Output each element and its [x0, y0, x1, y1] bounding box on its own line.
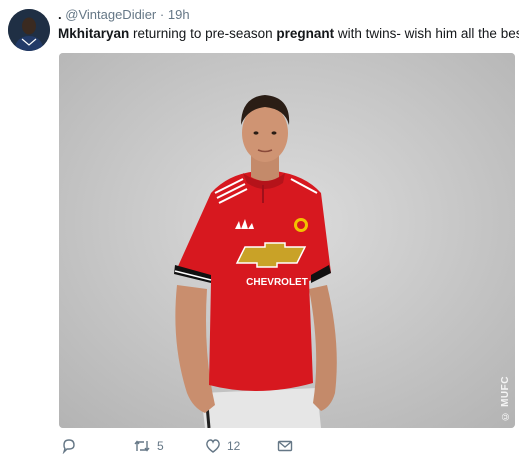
retweet-count: 5	[157, 439, 164, 453]
reply-button[interactable]	[61, 438, 83, 454]
tweet-photo[interactable]: CHEVROLET © MUFC	[59, 53, 515, 428]
tweet-actions: 5 12	[59, 438, 515, 458]
display-name[interactable]: .	[58, 7, 62, 22]
reply-icon	[62, 439, 75, 454]
retweet-icon	[134, 440, 150, 452]
photo-watermark: © MUFC	[500, 376, 511, 422]
tweet-timestamp[interactable]: 19h	[168, 7, 190, 22]
user-handle[interactable]: @VintageDidier	[65, 7, 156, 22]
like-button[interactable]: 12	[205, 438, 240, 454]
tweet-text-segment-end: with twins- wish him all the best.	[334, 26, 519, 41]
retweet-button[interactable]: 5	[133, 438, 164, 454]
tweet-text: Mkhitaryan returning to pre-season pregn…	[58, 26, 519, 41]
tweet-text-segment: returning to pre-season	[129, 26, 277, 41]
like-count: 12	[227, 439, 241, 453]
sponsor-text: CHEVROLET	[246, 277, 308, 288]
envelope-icon	[277, 440, 293, 452]
avatar[interactable]	[8, 9, 50, 51]
tweet-text-bold-name: Mkhitaryan	[58, 26, 130, 41]
tweet-header: . @VintageDidier · 19h	[58, 7, 190, 22]
heart-icon	[206, 439, 220, 453]
separator-dot: ·	[159, 7, 165, 22]
direct-message-button[interactable]	[277, 438, 293, 454]
tweet-text-bold-word: pregnant	[276, 26, 335, 41]
